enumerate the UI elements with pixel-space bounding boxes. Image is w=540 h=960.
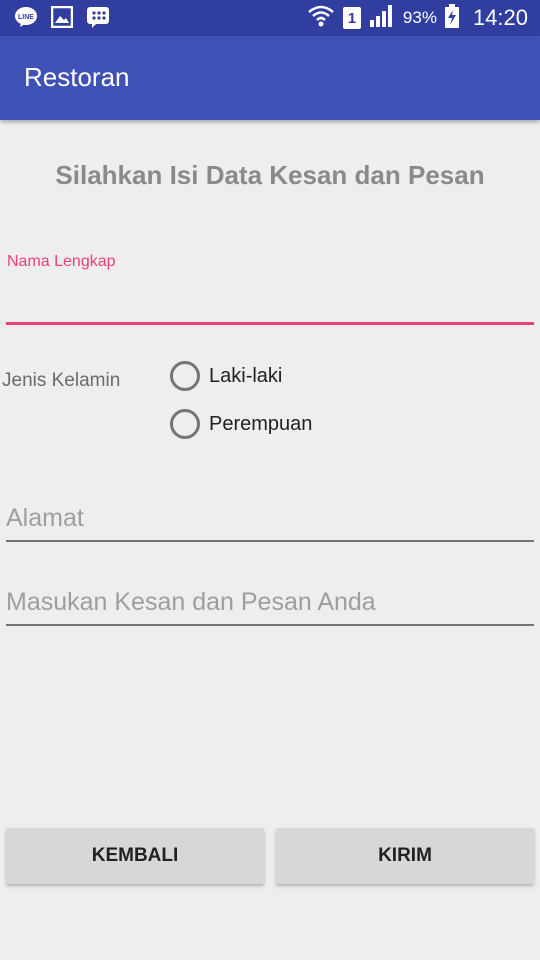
system-icons: 1 93% 14:20 xyxy=(307,0,528,36)
radio-laki-laki[interactable]: Laki-laki xyxy=(170,361,282,391)
gallery-icon xyxy=(50,6,74,28)
name-field-label: Nama Lengkap xyxy=(7,253,116,270)
name-input[interactable] xyxy=(6,276,534,325)
radio-label-perempuan: Perempuan xyxy=(209,412,313,435)
clock: 14:20 xyxy=(472,5,528,30)
radio-button-icon[interactable] xyxy=(170,361,200,391)
app-bar: Restoran xyxy=(0,36,540,120)
battery-percentage: 93% xyxy=(402,8,437,27)
battery-charging-icon xyxy=(444,3,459,33)
back-button[interactable]: KEMBALI xyxy=(6,828,264,884)
status-bar: LINE 1 93% 14:20 xyxy=(0,0,540,36)
line-icon: LINE xyxy=(14,6,38,28)
wifi-icon xyxy=(307,4,335,33)
sim-1-icon: 1 xyxy=(342,7,361,29)
gender-label: Jenis Kelamin xyxy=(2,370,121,391)
app-title: Restoran xyxy=(24,62,130,92)
radio-label-laki-laki: Laki-laki xyxy=(209,364,283,387)
address-input[interactable] xyxy=(6,496,534,542)
signal-icon xyxy=(369,4,395,33)
form-heading: Silahkan Isi Data Kesan dan Pesan xyxy=(55,160,485,190)
notification-icons: LINE xyxy=(14,6,110,28)
radio-button-icon[interactable] xyxy=(170,409,200,439)
send-button[interactable]: KIRIM xyxy=(276,828,534,884)
bbm-icon xyxy=(86,6,110,28)
radio-perempuan[interactable]: Perempuan xyxy=(170,409,312,439)
svg-text:LINE: LINE xyxy=(18,14,34,21)
message-input[interactable] xyxy=(6,580,534,626)
